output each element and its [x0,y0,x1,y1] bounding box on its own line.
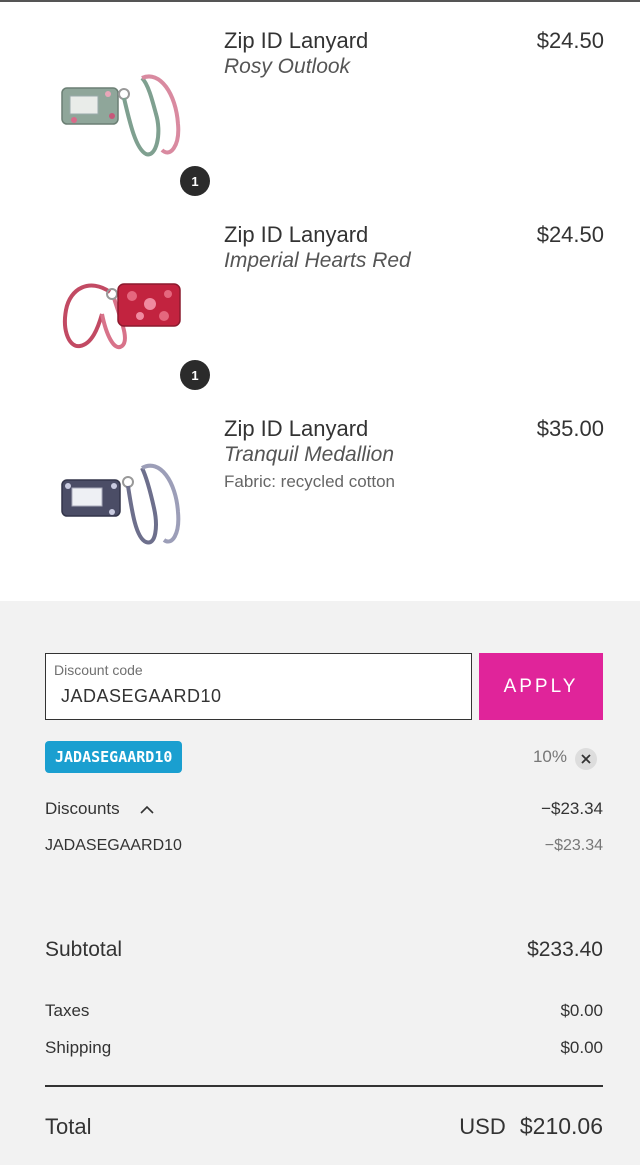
total-divider [45,1085,603,1087]
discounts-row: Discounts −$23.34 [45,799,603,819]
subtotal-label: Subtotal [45,938,123,961]
taxes-label: Taxes [45,1001,90,1020]
cart-item: Zip ID Lanyard Tranquil Medallion $35.00… [0,402,640,596]
product-image [50,442,190,552]
subtotal-value: $233.40 [527,938,603,961]
quantity-badge: 1 [180,166,210,196]
discount-percent: 10% [532,747,567,766]
total-currency: USD [459,1114,506,1139]
discount-code-input[interactable]: Discount code JADASEGAARD10 [45,653,472,720]
shipping-label: Shipping [45,1038,112,1057]
taxes-value: $0.00 [560,1001,603,1020]
item-variant: Rosy Outlook [224,55,351,78]
item-price: $24.50 [536,222,604,247]
top-border [0,0,640,2]
discounts-toggle[interactable]: Discounts [45,799,154,819]
chevron-up-icon [140,805,154,814]
item-variant: Imperial Hearts Red [224,249,411,272]
item-price: $35.00 [536,416,604,441]
item-name: Zip ID Lanyard [224,222,369,247]
quantity-badge: 1 [180,360,210,390]
order-summary: Discount code JADASEGAARD10 APPLY JADASE… [0,601,640,1165]
item-variant: Tranquil Medallion [224,443,395,466]
taxes-row: Taxes $0.00 [45,1001,603,1021]
subtotal-row: Subtotal $233.40 [45,938,603,962]
shipping-value: $0.00 [560,1038,603,1057]
remove-discount-button[interactable] [575,748,597,770]
discount-line-code: JADASEGAARD10 [45,837,182,854]
item-name: Zip ID Lanyard [224,416,369,441]
discounts-total: −$23.34 [541,799,603,818]
cart-item: Zip ID Lanyard Imperial Hearts Red $24.5… [0,208,640,402]
product-image [50,248,190,358]
total-row: Total USD $210.06 [45,1113,603,1140]
cart-item: Zip ID Lanyard Rosy Outlook $24.50 1 [0,14,640,208]
item-property: Fabric: recycled cotton [224,472,396,491]
total-value: $210.06 [519,1113,603,1139]
apply-button[interactable]: APPLY [479,653,603,720]
discounts-label: Discounts [45,799,120,818]
discount-code-value[interactable]: JADASEGAARD10 [61,686,222,707]
product-image [50,54,190,164]
applied-code-tag: JADASEGAARD10 [45,741,183,773]
item-name: Zip ID Lanyard [224,28,369,53]
close-icon [581,754,591,764]
discount-line-row: JADASEGAARD10 −$23.34 [45,837,603,855]
discount-line-amount: −$23.34 [544,837,603,854]
total-label: Total [45,1113,92,1139]
discount-code-label: Discount code [54,662,143,678]
item-price: $24.50 [536,28,604,53]
shipping-row: Shipping $0.00 [45,1038,603,1058]
